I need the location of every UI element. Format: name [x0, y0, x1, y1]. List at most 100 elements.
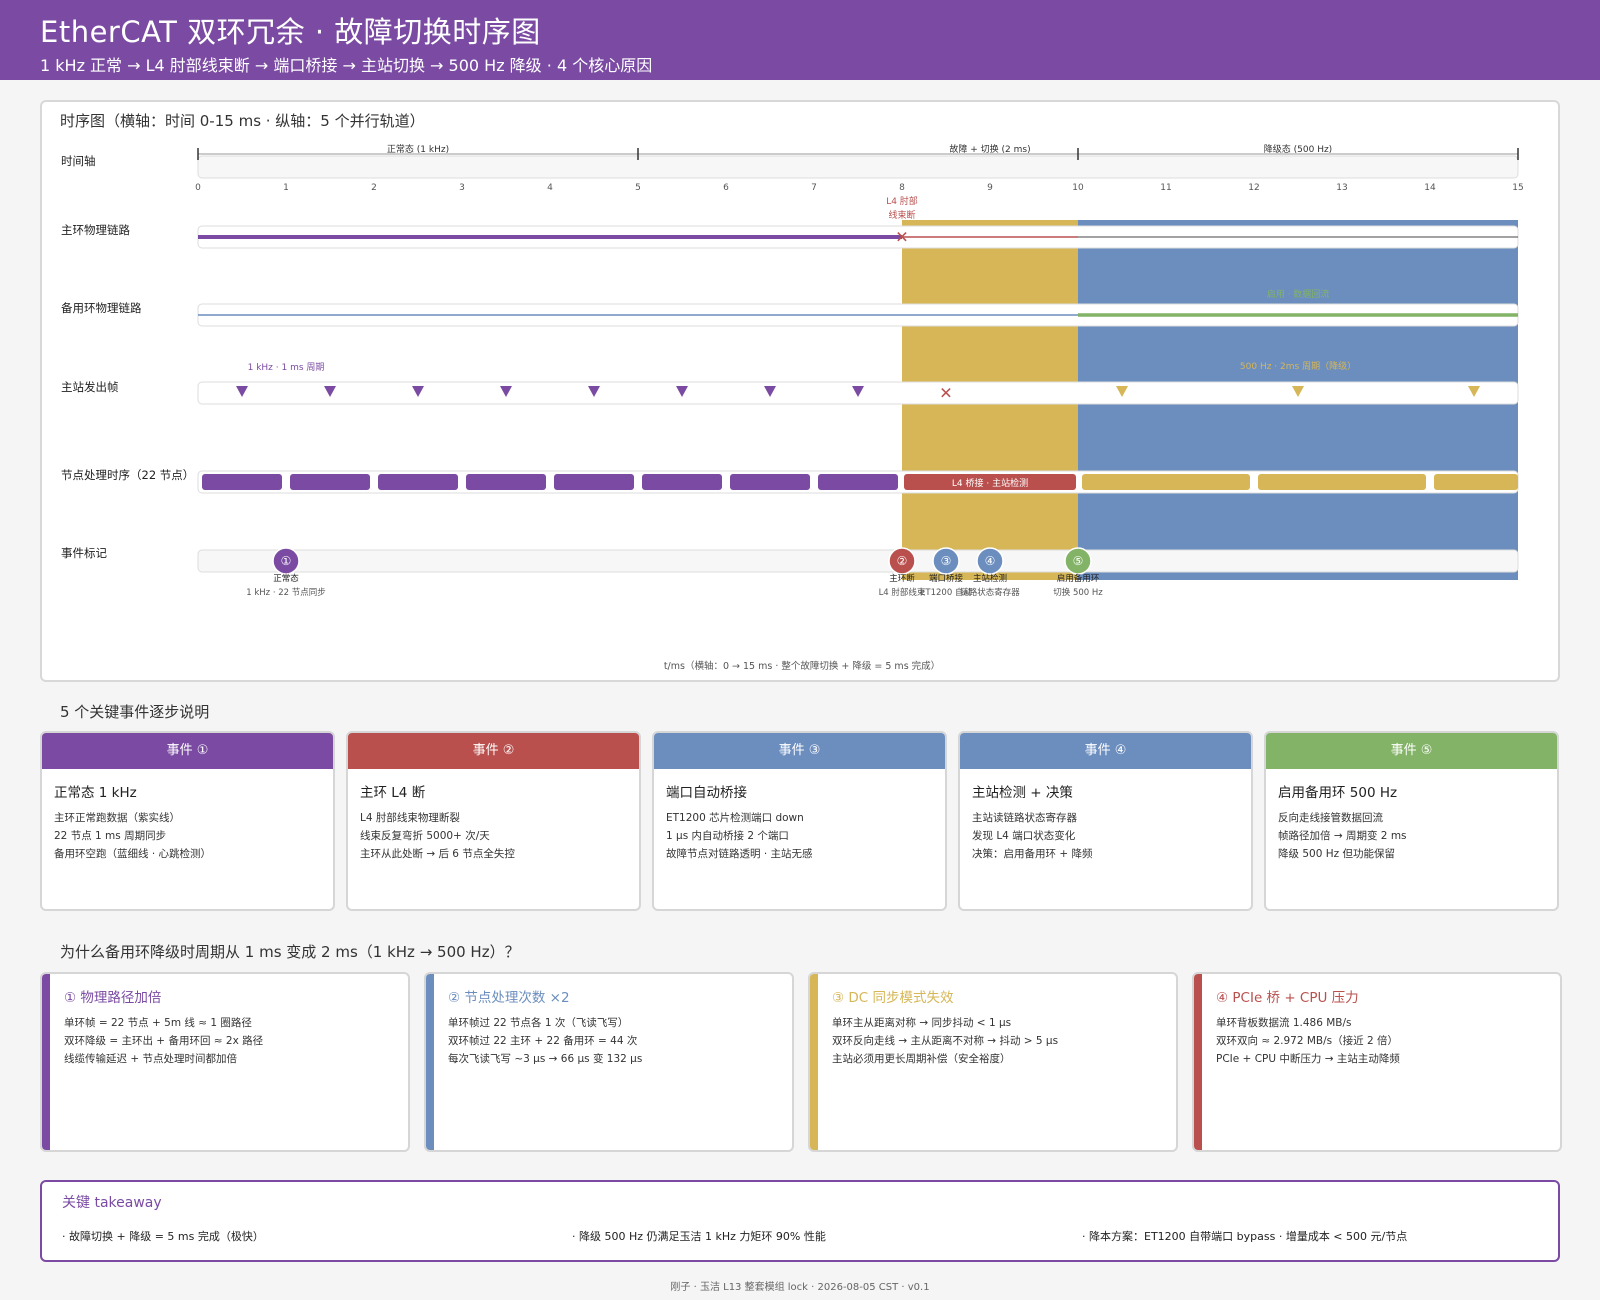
event-card-header: 事件 ⑤	[1266, 733, 1557, 769]
event-marker-number: ④	[985, 554, 996, 568]
timing-chart: 正常态 (1 kHz) 故障 + 切换 (2 ms) 降级态 (500 Hz)0 1 2…	[195, 143, 1524, 598]
event-marker-number: ②	[897, 554, 908, 568]
event-marker-title: 正常态	[273, 573, 299, 584]
reason-line: 主站必须用更长周期补偿（安全裕度）	[832, 1053, 1011, 1065]
break-x-icon: ✕	[895, 228, 908, 247]
event-card-title: 正常态 1 kHz	[54, 785, 137, 801]
event-card-line: 22 节点 1 ms 周期同步	[54, 830, 167, 842]
node-cycle-block	[466, 474, 546, 490]
event-card-4: 事件 ④ 主站检测 + 决策 主站读链路状态寄存器 发现 L4 端口状态变化 决…	[958, 731, 1253, 911]
time-axis-track	[197, 155, 1519, 179]
event-card-header: 事件 ①	[42, 733, 333, 769]
reason-title: ③ DC 同步模式失效	[832, 990, 954, 1006]
event-card-5: 事件 ⑤ 启用备用环 500 Hz 反向走线接管数据回流 帧路径加倍 → 周期变…	[1264, 731, 1559, 911]
event-marker-number: ①	[281, 554, 292, 568]
axis-caption: t/ms（横轴：0 → 15 ms · 整个故障切换 + 降级 = 5 ms 完…	[663, 661, 941, 672]
takeaway-panel: 关键 takeaway · 故障切换 + 降级 = 5 ms 完成（极快） · …	[40, 1180, 1560, 1262]
reason-accent-bar	[810, 974, 818, 1150]
event-marker-desc: L4 肘部线束	[879, 587, 926, 598]
takeaway-title: 关键 takeaway	[62, 1195, 162, 1211]
event-card-title: 启用备用环 500 Hz	[1278, 785, 1398, 801]
reason-title: ④ PCIe 桥 + CPU 压力	[1216, 990, 1359, 1006]
event-marker-title: 启用备用环	[1057, 573, 1100, 584]
event-card-line: 反向走线接管数据回流	[1278, 812, 1383, 824]
reason-line: 每次飞读飞写 ~3 μs → 66 μs 变 132 μs	[448, 1053, 643, 1065]
event-marker-title: 主站检测	[973, 573, 1007, 584]
event-marker-title: 端口桥接	[929, 573, 964, 584]
tick-label: 1	[283, 183, 289, 193]
phase-label: 降级态 (500 Hz)	[1264, 143, 1332, 155]
event-card-line: 1 μs 内自动桥接 2 个端口	[666, 830, 789, 842]
event-card-line: 发现 L4 端口状态变化	[972, 830, 1076, 842]
event-card-line: 主环从此处断 → 后 6 节点全失控	[360, 848, 515, 860]
tick-label: 3	[459, 183, 465, 193]
event-card-2: 事件 ② 主环 L4 断 L4 肘部线束物理断裂 线束反复弯折 5000+ 次/…	[346, 731, 641, 911]
event-marker-desc: 切换 500 Hz	[1053, 587, 1103, 598]
reason-line: 单环背板数据流 1.486 MB/s	[1216, 1017, 1352, 1029]
page-title: EtherCAT 双环冗余 · 故障切换时序图	[40, 15, 541, 49]
node-cycle-block	[1258, 474, 1426, 490]
frame-rate-label: 500 Hz · 2ms 周期（降级）	[1240, 360, 1356, 372]
reason-line: 双环双向 ≈ 2.972 MB/s（接近 2 倍）	[1216, 1035, 1398, 1047]
reason-accent-bar	[426, 974, 434, 1150]
event-card-1: 事件 ① 正常态 1 kHz 主环正常跑数据（紫实线） 22 节点 1 ms 周…	[40, 731, 335, 911]
tick-label: 12	[1248, 183, 1259, 193]
tick-label: 2	[371, 183, 377, 193]
event-card-title: 端口自动桥接	[666, 785, 747, 801]
tick-label: 6	[723, 183, 729, 193]
event-card-line: 帧路径加倍 → 周期变 2 ms	[1278, 830, 1407, 842]
takeaway-item: · 降本方案：ET1200 自带端口 bypass · 增量成本 < 500 元…	[1082, 1230, 1408, 1243]
tick-label: 9	[987, 183, 993, 193]
page-subtitle: 1 kHz 正常 → L4 肘部线束断 → 端口桥接 → 主站切换 → 500 …	[40, 56, 653, 75]
event-card-line: ET1200 芯片检测端口 down	[666, 812, 804, 824]
event-card-line: 主站读链路状态寄存器	[972, 812, 1077, 824]
node-cycle-block	[378, 474, 458, 490]
break-label: L4 肘部	[886, 195, 918, 207]
event-card-line: 降级 500 Hz 但功能保留	[1278, 848, 1395, 860]
reason-line: PCIe + CPU 中断压力 → 主站主动降频	[1216, 1053, 1400, 1065]
takeaway-item: · 故障切换 + 降级 = 5 ms 完成（极快）	[62, 1230, 264, 1243]
event-card-3: 事件 ③ 端口自动桥接 ET1200 芯片检测端口 down 1 μs 内自动桥…	[652, 731, 947, 911]
break-label: 线束断	[888, 209, 915, 221]
event-marker-title: 主环断	[889, 573, 915, 584]
node-fault-label: L4 桥接 · 主站检测	[952, 477, 1028, 489]
tick-label: 8	[899, 183, 905, 193]
reason-title: ① 物理路径加倍	[64, 990, 162, 1006]
node-cycle-block	[290, 474, 370, 490]
event-marker-number: ⑤	[1073, 554, 1084, 568]
reason-card-2: ② 节点处理次数 ×2 单环帧过 22 节点各 1 次（飞读飞写） 双环帧过 2…	[424, 972, 794, 1152]
reason-line: 双环反向走线 → 主从距离不对称 → 抖动 > 5 μs	[832, 1035, 1059, 1047]
event-card-header: 事件 ②	[348, 733, 639, 769]
backup-enabled-label: 启用 · 数据回流	[1267, 288, 1330, 300]
tick-label: 11	[1160, 183, 1171, 193]
event-card-line: L4 肘部线束物理断裂	[360, 812, 460, 824]
node-cycle-block	[202, 474, 282, 490]
node-cycle-block	[818, 474, 898, 490]
node-cycle-block	[1434, 474, 1518, 490]
event-card-title: 主站检测 + 决策	[972, 785, 1073, 801]
tick-label: 13	[1336, 183, 1347, 193]
why-section-title: 为什么备用环降级时周期从 1 ms 变成 2 ms（1 kHz → 500 Hz…	[60, 943, 520, 961]
node-cycle-block	[554, 474, 634, 490]
phase-label: 故障 + 切换 (2 ms)	[949, 143, 1030, 155]
tick-label: 10	[1072, 183, 1084, 193]
reason-accent-bar	[42, 974, 50, 1150]
phase-label: 正常态 (1 kHz)	[387, 143, 449, 155]
event-card-line: 备用环空跑（蓝细线 · 心跳检测）	[54, 848, 212, 860]
event-marker-desc: 链路状态寄存器	[960, 587, 1020, 598]
tick-label: 15	[1512, 183, 1523, 193]
reason-card-3: ③ DC 同步模式失效 单环主从距离对称 → 同步抖动 < 1 μs 双环反向走…	[808, 972, 1178, 1152]
reason-line: 单环帧 = 22 节点 + 5m 线 ≈ 1 圈路径	[64, 1017, 252, 1029]
tick-label: 0	[195, 183, 201, 193]
event-card-header: 事件 ③	[654, 733, 945, 769]
event-marker-track	[197, 549, 1519, 573]
node-cycle-block	[1082, 474, 1250, 490]
event-card-line: 线束反复弯折 5000+ 次/天	[360, 830, 490, 842]
event-card-line: 故障节点对链路透明 · 主站无感	[666, 848, 813, 860]
event-card-title: 主环 L4 断	[360, 785, 426, 801]
reason-line: 双环帧过 22 主环 + 22 备用环 = 44 次	[448, 1035, 638, 1047]
reason-card-4: ④ PCIe 桥 + CPU 压力 单环背板数据流 1.486 MB/s 双环双…	[1192, 972, 1562, 1152]
node-cycle-block	[642, 474, 722, 490]
page-header: EtherCAT 双环冗余 · 故障切换时序图 1 kHz 正常 → L4 肘部…	[0, 0, 1600, 80]
tick-label: 7	[811, 183, 817, 193]
